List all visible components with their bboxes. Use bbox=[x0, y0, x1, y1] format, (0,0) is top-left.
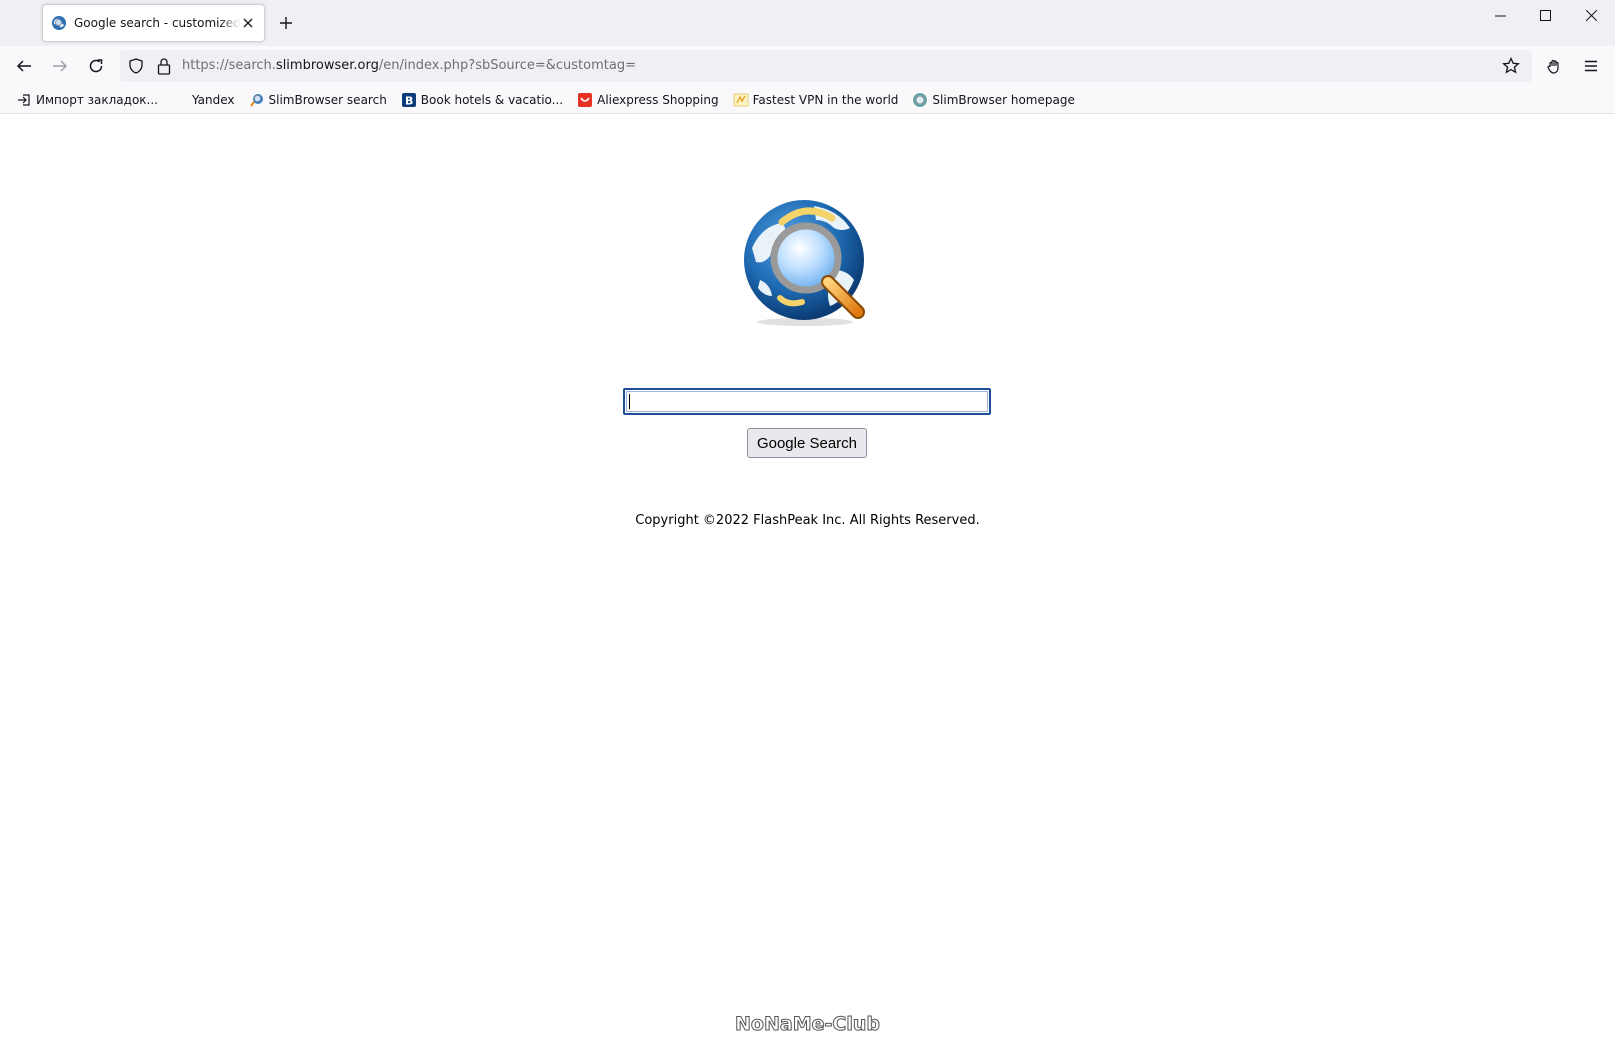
vpn-icon bbox=[733, 92, 749, 108]
copyright-text: Copyright ©2022 FlashPeak Inc. All Right… bbox=[635, 513, 980, 528]
bookmark-slimbrowser-search[interactable]: SlimBrowser search bbox=[245, 88, 391, 112]
bookmark-label: Book hotels & vacatio... bbox=[420, 92, 564, 107]
bookmark-import[interactable]: Импорт закладок... bbox=[12, 88, 162, 112]
tab-title: Google search - customized by SlimBrowse… bbox=[74, 16, 240, 30]
bookmark-aliexpress[interactable]: Aliexpress Shopping bbox=[573, 88, 723, 112]
url-host: slimbrowser.org bbox=[275, 58, 379, 73]
tab-close-icon[interactable] bbox=[240, 15, 256, 31]
svg-text:B: B bbox=[405, 94, 413, 107]
bookmark-label: Yandex bbox=[191, 92, 235, 107]
slimbrowser-search-logo bbox=[744, 200, 865, 326]
lock-icon[interactable] bbox=[156, 57, 172, 75]
url-text[interactable]: https://search.slimbrowser.org/en/index.… bbox=[182, 50, 636, 82]
globe-icon bbox=[52, 16, 66, 30]
text-caret bbox=[629, 394, 630, 409]
navigation-bar: https://search.slimbrowser.org/en/index.… bbox=[0, 46, 1615, 86]
aliexpress-icon bbox=[577, 92, 593, 108]
bookmark-label: Aliexpress Shopping bbox=[597, 92, 719, 107]
bookmarks-bar: Импорт закладок... Yandex SlimBrowser se… bbox=[0, 86, 1615, 114]
maximize-icon[interactable] bbox=[1522, 0, 1568, 30]
search-input[interactable] bbox=[623, 388, 991, 415]
google-search-button[interactable]: Google Search bbox=[747, 428, 867, 458]
globe-icon bbox=[912, 92, 928, 108]
reload-icon[interactable] bbox=[83, 53, 109, 79]
magnifier-globe-icon bbox=[249, 92, 265, 108]
tab-google-search[interactable]: Google search - customized by SlimBrowse… bbox=[42, 4, 265, 42]
bookmark-label: Fastest VPN in the world bbox=[752, 92, 899, 107]
bookmark-label: Импорт закладок... bbox=[36, 92, 158, 107]
bookmark-yandex[interactable]: Yandex bbox=[188, 88, 239, 112]
booking-icon: B bbox=[401, 92, 417, 108]
tab-strip: Google search - customized by SlimBrowse… bbox=[0, 0, 1615, 46]
watermark-logo: NoNaMe-Club bbox=[735, 1013, 881, 1036]
address-bar[interactable]: https://search.slimbrowser.org/en/index.… bbox=[120, 50, 1532, 82]
bookmark-star-icon[interactable] bbox=[1502, 57, 1520, 75]
back-arrow-icon[interactable] bbox=[11, 53, 37, 79]
page-content: Google Search Copyright ©2022 FlashPeak … bbox=[0, 115, 1615, 1040]
bookmark-label: SlimBrowser homepage bbox=[932, 92, 1075, 107]
forward-arrow-icon[interactable] bbox=[47, 53, 73, 79]
new-tab-plus-icon[interactable] bbox=[276, 13, 296, 33]
minimize-icon[interactable] bbox=[1477, 0, 1523, 30]
bookmark-booking[interactable]: B Book hotels & vacatio... bbox=[397, 88, 567, 112]
close-window-icon[interactable] bbox=[1568, 0, 1614, 30]
url-prefix: https://search. bbox=[182, 58, 276, 73]
bookmark-slimbrowser-homepage[interactable]: SlimBrowser homepage bbox=[908, 88, 1078, 112]
hand-icon[interactable] bbox=[1541, 53, 1567, 79]
shield-icon[interactable] bbox=[128, 58, 144, 74]
hamburger-menu-icon[interactable] bbox=[1578, 53, 1604, 79]
url-path: /en/index.php?sbSource=&customtag= bbox=[378, 58, 636, 73]
import-icon bbox=[16, 92, 32, 108]
bookmark-label: SlimBrowser search bbox=[268, 92, 387, 107]
bookmark-vpn[interactable]: Fastest VPN in the world bbox=[729, 88, 903, 112]
